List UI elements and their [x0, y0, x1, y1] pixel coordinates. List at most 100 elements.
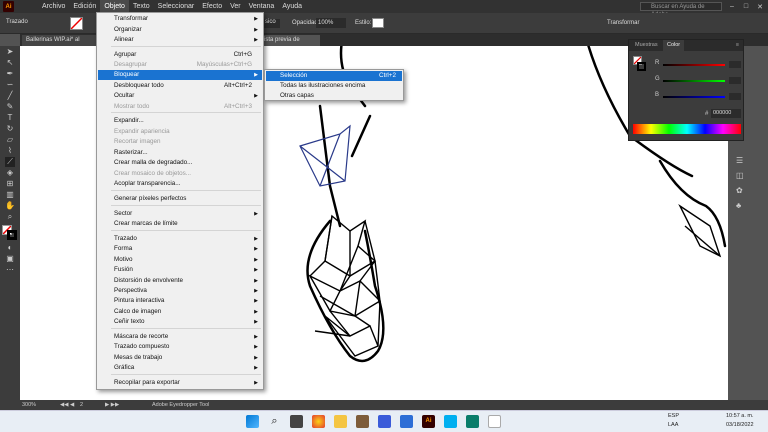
- lock-submenu-item-1[interactable]: Selección Ctrl+2: [266, 71, 402, 81]
- layers-icon[interactable]: ◫: [736, 171, 746, 181]
- hex-value-field[interactable]: 000000: [711, 109, 741, 118]
- document-tab[interactable]: Ballerinas WIP.ai* al 8.33%: [22, 35, 98, 54]
- stroke-indicator[interactable]: [637, 62, 646, 71]
- panel-menu-icon[interactable]: ≡: [736, 40, 739, 51]
- skype-icon[interactable]: [444, 415, 457, 428]
- properties-icon[interactable]: ☰: [736, 156, 746, 166]
- menu-item-gráfica[interactable]: Gráfica ▶: [98, 363, 262, 373]
- lock-submenu-item-2[interactable]: Todas las ilustraciones encima: [266, 81, 402, 91]
- menu-item-máscara-de-recorte[interactable]: Máscara de recorte ▶: [98, 332, 262, 342]
- menu-item-motivo[interactable]: Motivo ▶: [98, 255, 262, 265]
- style-dropdown[interactable]: sico: [264, 19, 280, 28]
- menu-item-distorsión-de-envolvente[interactable]: Distorsión de envolvente ▶: [98, 276, 262, 286]
- menu-item-expandir[interactable]: Expandir...: [98, 116, 262, 126]
- r-value-field[interactable]: [729, 61, 741, 68]
- minimize-icon[interactable]: –: [725, 3, 739, 10]
- file-explorer-icon[interactable]: [334, 415, 347, 428]
- prev-artboard-icon[interactable]: ◀◀ ◀: [60, 400, 74, 410]
- windows-start-icon[interactable]: [246, 415, 259, 428]
- menu-item-bloquear[interactable]: Bloquear ▶: [98, 70, 262, 80]
- transform-link[interactable]: Transformar: [607, 20, 639, 26]
- type-tool-icon[interactable]: T: [5, 113, 15, 123]
- help-search-input[interactable]: Buscar en Ayuda de Adobe: [640, 2, 722, 18]
- b-slider[interactable]: [663, 96, 725, 98]
- width-tool-icon[interactable]: ⌇: [5, 146, 15, 156]
- menu-item-transformar[interactable]: Transformar ▶: [98, 14, 262, 24]
- menu-item-desbloquear-todo[interactable]: Desbloquear todo Alt+Ctrl+2: [98, 81, 262, 91]
- curvature-tool-icon[interactable]: ∽: [5, 80, 15, 90]
- app-icon-5[interactable]: [488, 415, 501, 428]
- g-value-field[interactable]: [729, 77, 741, 84]
- fill-stroke-swatches[interactable]: [1, 224, 19, 242]
- more-tools-icon[interactable]: ⋯: [5, 265, 15, 275]
- menu-item-crear-marcas-de-límite[interactable]: Crear marcas de límite: [98, 219, 262, 229]
- selection-tool-icon[interactable]: ➤: [5, 47, 15, 57]
- r-slider[interactable]: [663, 64, 725, 66]
- menu-item-ocultar[interactable]: Ocultar ▶: [98, 91, 262, 101]
- b-value-field[interactable]: [729, 93, 741, 100]
- chrome-icon[interactable]: [312, 415, 325, 428]
- lock-submenu-item-3[interactable]: Otras capas: [266, 91, 402, 101]
- maximize-icon[interactable]: □: [739, 3, 753, 10]
- zoom-level[interactable]: 300%: [22, 400, 36, 410]
- artboard-number[interactable]: 2: [80, 400, 83, 410]
- rotate-tool-icon[interactable]: ↻: [5, 124, 15, 134]
- menu-item-crear-malla-de-degradado[interactable]: Crear malla de degradado...: [98, 158, 262, 168]
- menu-item-mesas-de-trabajo[interactable]: Mesas de trabajo ▶: [98, 353, 262, 363]
- menu-item-perspectiva[interactable]: Perspectiva ▶: [98, 286, 262, 296]
- illustrator-taskbar-icon[interactable]: Ai: [422, 415, 435, 428]
- menu-archivo[interactable]: Archivo: [38, 0, 69, 13]
- draw-mode-icon[interactable]: ◐: [5, 243, 15, 253]
- graphic-style-swatch[interactable]: [372, 18, 384, 28]
- language-indicator[interactable]: ESP: [668, 413, 679, 419]
- app-icon-2[interactable]: [378, 415, 391, 428]
- next-artboard-icon[interactable]: ▶ ▶▶: [105, 400, 119, 410]
- line-tool-icon[interactable]: ╱: [5, 91, 15, 101]
- menu-item-trazado-compuesto[interactable]: Trazado compuesto ▶: [98, 342, 262, 352]
- app-icon-3[interactable]: [400, 415, 413, 428]
- clock-time[interactable]: 10:57 a. m.: [726, 413, 754, 419]
- menu-item-calco-de-imagen[interactable]: Calco de imagen ▶: [98, 307, 262, 317]
- menu-item-organizar[interactable]: Organizar ▶: [98, 25, 262, 35]
- screen-mode-icon[interactable]: ▣: [5, 254, 15, 264]
- pen-tool-icon[interactable]: ✒: [5, 69, 15, 79]
- tab-color[interactable]: Color: [663, 40, 685, 51]
- menu-item-alinear[interactable]: Alinear ▶: [98, 35, 262, 45]
- preview-tab[interactable]: ista previa de CPU): [260, 35, 320, 54]
- search-icon[interactable]: ⌕: [268, 415, 281, 428]
- menu-item-generar-píxeles-perfectos[interactable]: Generar píxeles perfectos: [98, 194, 262, 204]
- menu-ayuda[interactable]: Ayuda: [278, 0, 306, 13]
- tab-muestras[interactable]: Muestras: [631, 40, 662, 51]
- symbols-icon[interactable]: ♣: [736, 201, 746, 211]
- menu-item-forma[interactable]: Forma ▶: [98, 244, 262, 254]
- task-view-icon[interactable]: [290, 415, 303, 428]
- direct-selection-tool-icon[interactable]: ↖: [5, 58, 15, 68]
- menu-item-sector[interactable]: Sector ▶: [98, 209, 262, 219]
- app-icon-4[interactable]: [466, 415, 479, 428]
- brushes-icon[interactable]: ✿: [736, 186, 746, 196]
- mesh-tool-icon[interactable]: ⊞: [5, 179, 15, 189]
- chart-tool-icon[interactable]: ▥: [5, 190, 15, 200]
- pencil-tool-icon[interactable]: ✎: [5, 102, 15, 112]
- menu-item-agrupar[interactable]: Agrupar Ctrl+G: [98, 50, 262, 60]
- eraser-tool-icon[interactable]: ▱: [5, 135, 15, 145]
- hand-tool-icon[interactable]: ✋: [5, 201, 15, 211]
- close-icon[interactable]: ✕: [753, 3, 767, 11]
- color-spectrum[interactable]: [633, 124, 741, 134]
- menu-item-fusión[interactable]: Fusión ▶: [98, 265, 262, 275]
- g-slider[interactable]: [663, 80, 725, 82]
- stroke-color-swatch[interactable]: [7, 230, 17, 240]
- app-icon-1[interactable]: [356, 415, 369, 428]
- menu-item-rasterizar[interactable]: Rasterizar...: [98, 148, 262, 158]
- menu-item-pintura-interactiva[interactable]: Pintura interactiva ▶: [98, 296, 262, 306]
- eyedropper-tool-icon[interactable]: ⟋: [5, 157, 15, 167]
- menu-item-acoplar-transparencia[interactable]: Acoplar transparencia...: [98, 179, 262, 189]
- menu-item-label: Desbloquear todo: [114, 82, 164, 89]
- opacity-field[interactable]: 100%: [316, 18, 346, 28]
- menu-item-trazado[interactable]: Trazado ▶: [98, 234, 262, 244]
- shape-builder-tool-icon[interactable]: ◈: [5, 168, 15, 178]
- menu-item-recopilar-para-exportar[interactable]: Recopilar para exportar ▶: [98, 378, 262, 388]
- fill-swatch[interactable]: [70, 17, 83, 30]
- menu-item-ceñir-texto[interactable]: Ceñir texto ▶: [98, 317, 262, 327]
- zoom-tool-icon[interactable]: ⌕: [5, 212, 15, 222]
